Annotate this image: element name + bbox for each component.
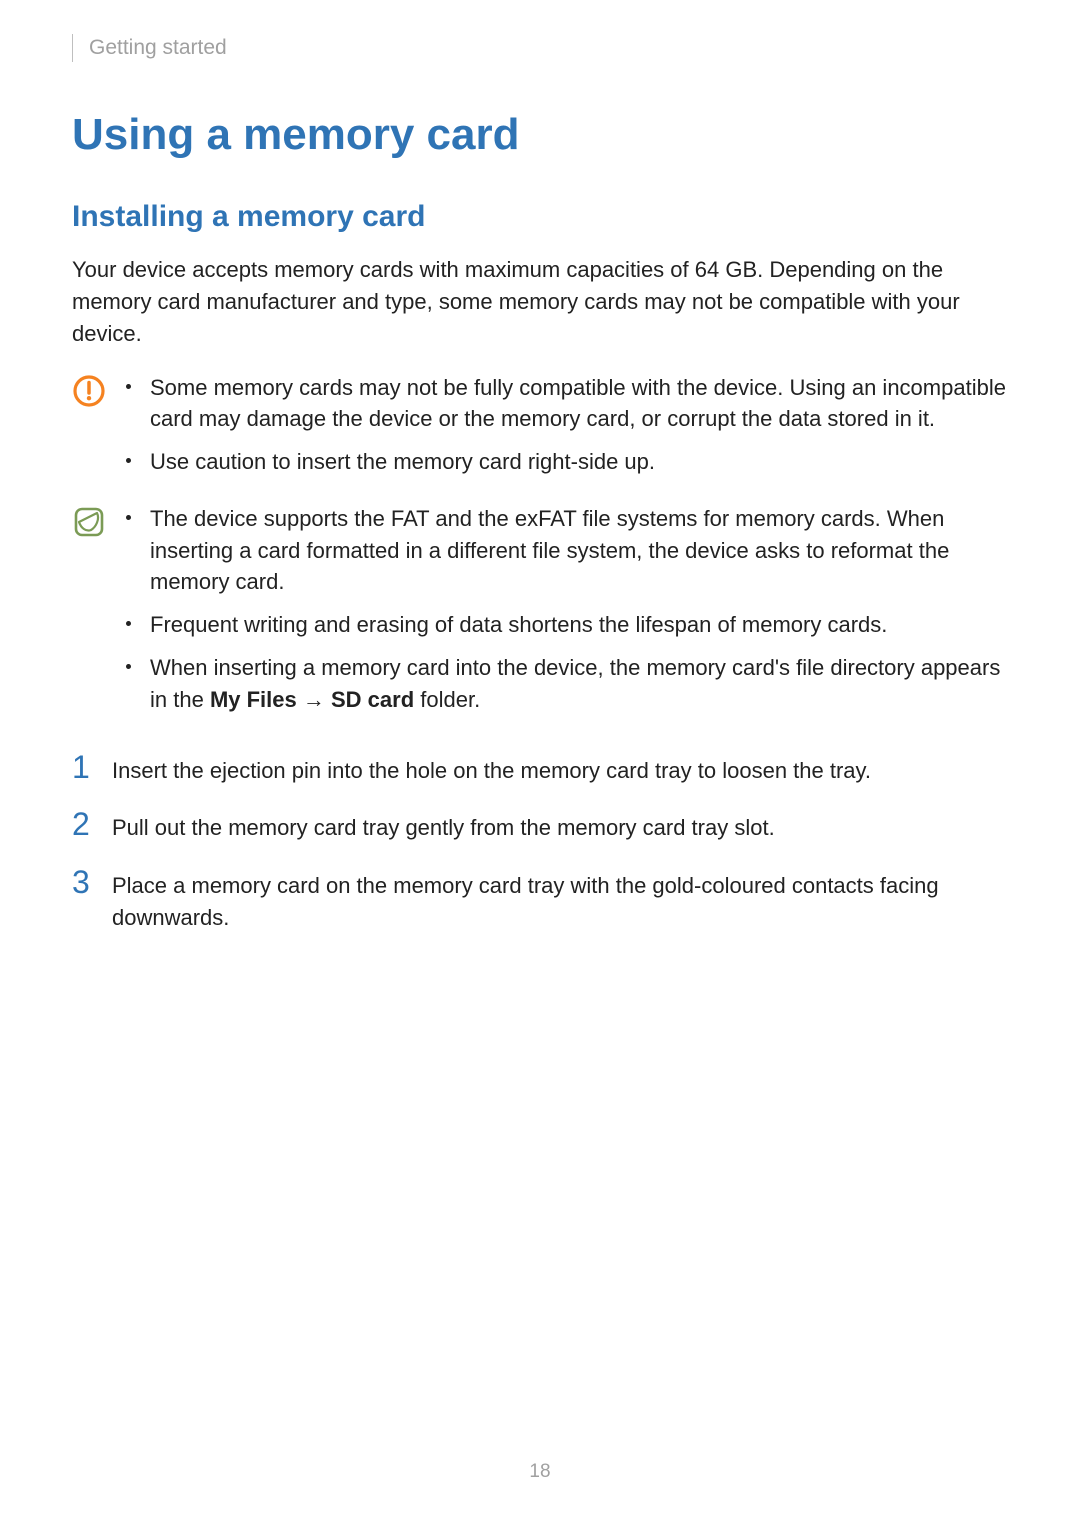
caution-item-2: Use caution to insert the memory card ri… bbox=[150, 449, 655, 474]
caution-list: Some memory cards may not be fully compa… bbox=[126, 372, 1008, 490]
step-text: Place a memory card on the memory card t… bbox=[112, 866, 1008, 933]
note-callout: The device supports the FAT and the exFA… bbox=[72, 503, 1008, 726]
note-item-3-bold2: SD card bbox=[331, 687, 414, 712]
header-divider bbox=[72, 34, 73, 62]
step-text: Pull out the memory card tray gently fro… bbox=[112, 808, 775, 844]
step-1: 1 Insert the ejection pin into the hole … bbox=[72, 751, 1008, 787]
list-item: Use caution to insert the memory card ri… bbox=[126, 446, 1008, 477]
note-item-3-post: folder. bbox=[414, 687, 480, 712]
step-number: 2 bbox=[72, 808, 96, 840]
page-number: 18 bbox=[0, 1461, 1080, 1483]
note-item-2: Frequent writing and erasing of data sho… bbox=[150, 612, 887, 637]
arrow-glyph: → bbox=[297, 687, 331, 712]
caution-item-1: Some memory cards may not be fully compa… bbox=[150, 375, 1006, 431]
note-item-1: The device supports the FAT and the exFA… bbox=[150, 506, 949, 593]
caution-icon bbox=[72, 372, 108, 413]
list-item: The device supports the FAT and the exFA… bbox=[126, 503, 1008, 597]
note-icon bbox=[72, 503, 108, 544]
step-number: 1 bbox=[72, 751, 96, 783]
breadcrumb: Getting started bbox=[89, 36, 227, 60]
step-2: 2 Pull out the memory card tray gently f… bbox=[72, 808, 1008, 844]
caution-callout: Some memory cards may not be fully compa… bbox=[72, 372, 1008, 490]
document-page: Getting started Using a memory card Inst… bbox=[0, 0, 1080, 1527]
note-list: The device supports the FAT and the exFA… bbox=[126, 503, 1008, 726]
note-item-3-bold1: My Files bbox=[210, 687, 297, 712]
list-item: When inserting a memory card into the de… bbox=[126, 652, 1008, 714]
page-title: Using a memory card bbox=[72, 110, 1008, 160]
section-subtitle: Installing a memory card bbox=[72, 200, 1008, 234]
step-list: 1 Insert the ejection pin into the hole … bbox=[72, 751, 1008, 934]
intro-paragraph: Your device accepts memory cards with ma… bbox=[72, 254, 1008, 350]
step-text: Insert the ejection pin into the hole on… bbox=[112, 751, 871, 787]
page-header: Getting started bbox=[72, 34, 1008, 62]
step-3: 3 Place a memory card on the memory card… bbox=[72, 866, 1008, 933]
list-item: Frequent writing and erasing of data sho… bbox=[126, 609, 1008, 640]
step-number: 3 bbox=[72, 866, 96, 898]
list-item: Some memory cards may not be fully compa… bbox=[126, 372, 1008, 434]
